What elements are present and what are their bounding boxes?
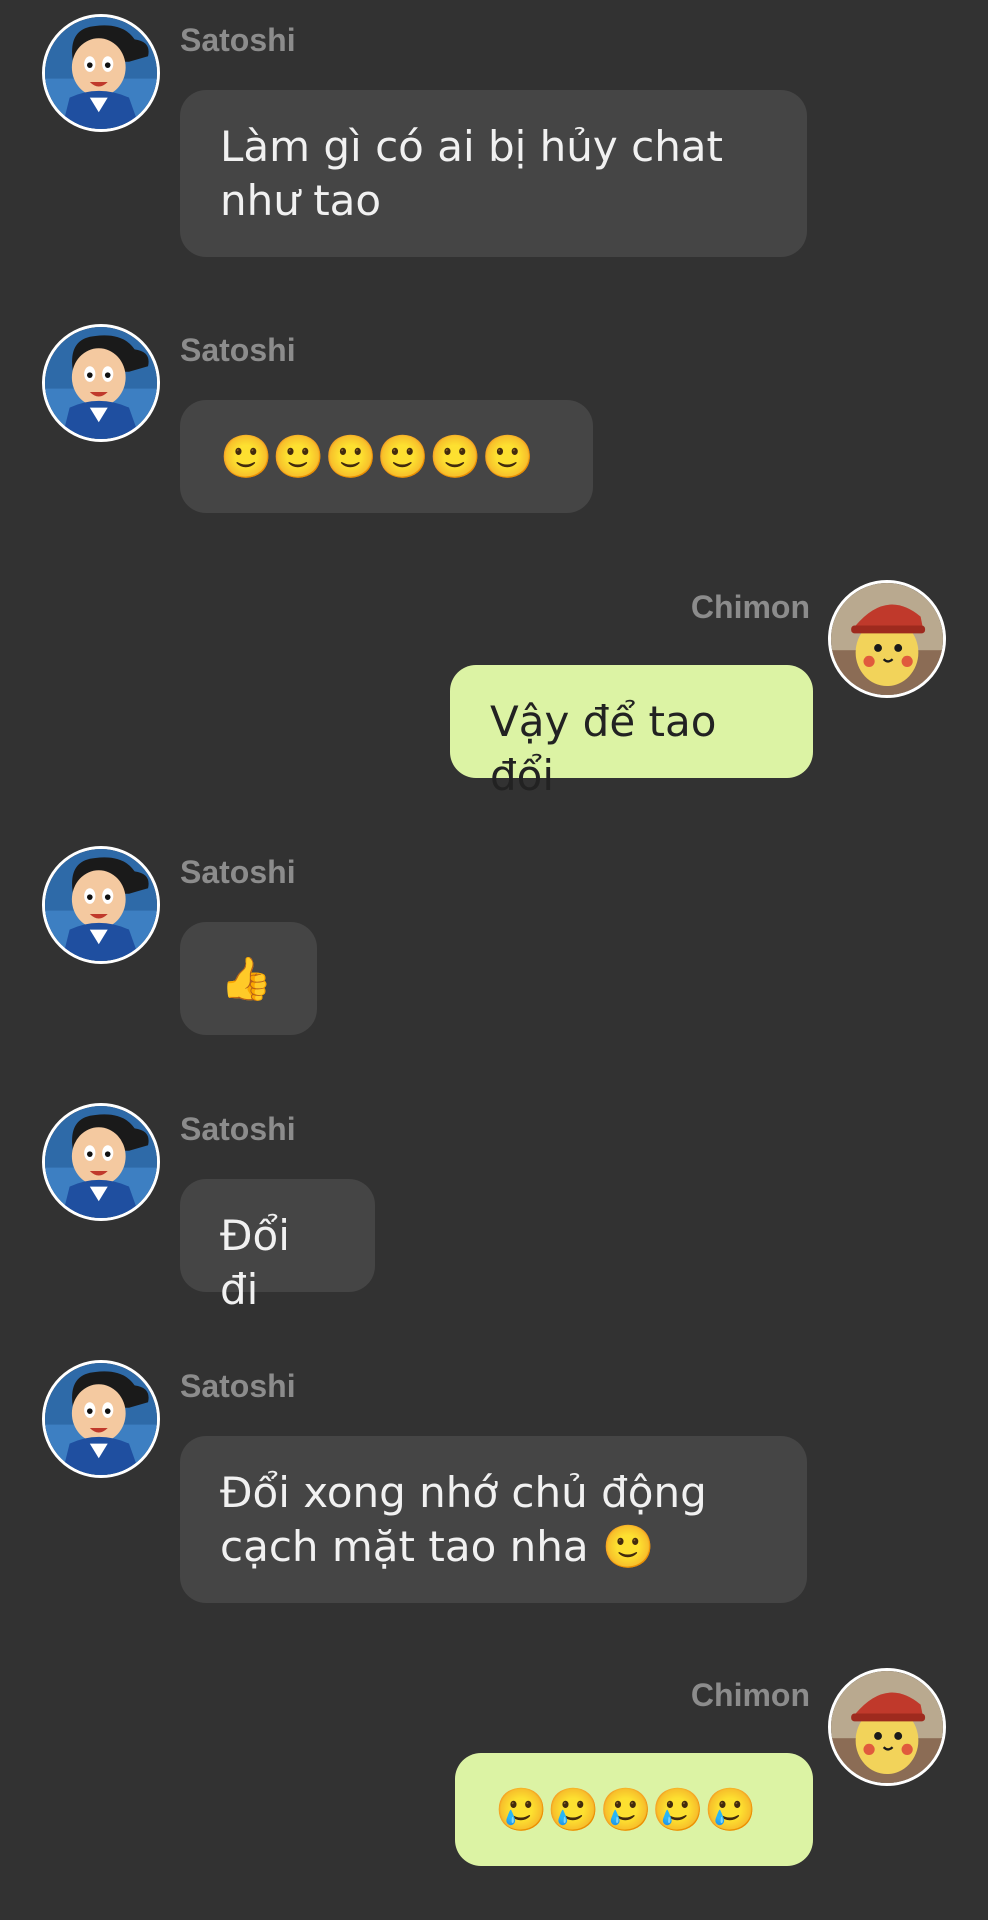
chat-screen: { "messages": [ { "sender": "Satoshi", "… xyxy=(0,0,988,1920)
pikachu-cap-avatar-icon[interactable] xyxy=(828,580,946,698)
message-bubble[interactable]: 🙂🙂🙂🙂🙂🙂 xyxy=(180,400,593,513)
ash-cartoon-avatar-icon[interactable] xyxy=(42,1360,160,1478)
message-bubble[interactable]: Làm gì có ai bị hủy chat như tao xyxy=(180,90,807,257)
message-bubble[interactable]: Đổi đi xyxy=(180,1179,375,1314)
ash-cartoon-avatar-icon[interactable] xyxy=(42,324,160,442)
ash-cartoon-avatar-icon[interactable] xyxy=(42,14,160,132)
message-bubble[interactable]: Vậy để tao đổi xyxy=(450,665,813,800)
sender-name: Satoshi xyxy=(180,22,296,58)
message-bubble[interactable]: Đổi xong nhớ chủ động cạch mặt tao nha 🙂 xyxy=(180,1436,807,1603)
sender-name: Satoshi xyxy=(180,332,296,368)
sender-name: Chimon xyxy=(690,589,810,625)
message-bubble[interactable]: 👍 xyxy=(180,922,317,1035)
message-bubble[interactable]: 🥲🥲🥲🥲🥲 xyxy=(455,1753,813,1866)
ash-cartoon-avatar-icon[interactable] xyxy=(42,846,160,964)
sender-name: Satoshi xyxy=(180,1368,296,1404)
pikachu-cap-avatar-icon[interactable] xyxy=(828,1668,946,1786)
sender-name: Chimon xyxy=(690,1677,810,1713)
ash-cartoon-avatar-icon[interactable] xyxy=(42,1103,160,1221)
sender-name: Satoshi xyxy=(180,1111,296,1147)
sender-name: Satoshi xyxy=(180,854,296,890)
